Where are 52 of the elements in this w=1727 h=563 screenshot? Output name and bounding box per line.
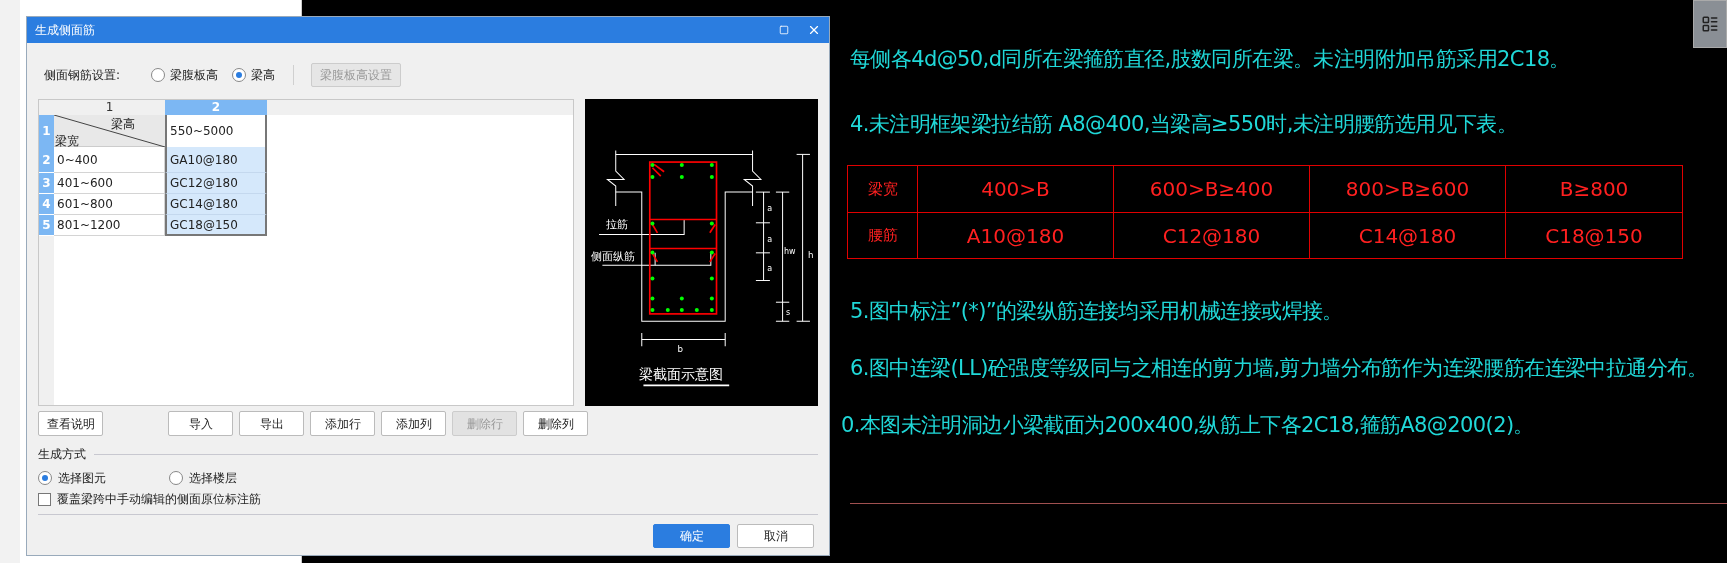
table-cell[interactable]: GC12@180 xyxy=(165,173,267,194)
action-button[interactable]: 添加列 xyxy=(381,411,446,436)
action-button[interactable]: 导出 xyxy=(239,411,304,436)
radio-label: 选择楼层 xyxy=(189,470,237,487)
radio-label: 梁高 xyxy=(251,67,275,84)
dimension-label: h xyxy=(807,250,814,261)
panel-toggle-button[interactable] xyxy=(1693,0,1727,48)
table-cell[interactable]: GC14@180 xyxy=(165,194,267,215)
table-cell: A10@180 xyxy=(918,213,1114,258)
diagram-caption: 梁截面示意图 xyxy=(639,365,724,382)
table-cell[interactable]: GC18@150 xyxy=(165,215,267,236)
checkbox[interactable] xyxy=(38,492,51,506)
table-cell: 400>B xyxy=(918,166,1114,212)
table-row-header: 梁宽 xyxy=(848,166,918,212)
drawing-note: 6.图中连梁(LL)砼强度等级同与之相连的剪力墙,剪力墙分布筋作为连梁腰筋在连梁中拉通分布。 xyxy=(850,355,1709,382)
table-cell: 800>B≥600 xyxy=(1310,166,1506,212)
table-cell: 600>B≥400 xyxy=(1114,166,1310,212)
table-row-header: 腰筋 xyxy=(848,213,918,258)
header-label: 梁宽 xyxy=(55,133,79,150)
settings-label: 侧面钢筋设置: xyxy=(44,67,122,84)
table-cell[interactable]: GA10@180 xyxy=(165,147,267,173)
window-title: 生成侧面筋 xyxy=(35,22,96,39)
action-button[interactable]: 导入 xyxy=(168,411,233,436)
maximize-icon[interactable] xyxy=(779,25,789,35)
drawing-note: 5.图中标注”(*)”的梁纵筋连接均采用机械连接或焊接。 xyxy=(850,298,1344,325)
list-icon xyxy=(1701,15,1719,33)
action-button[interactable]: 添加行 xyxy=(310,411,375,436)
radio-button[interactable] xyxy=(232,68,246,82)
table-cell-text: C18@150 xyxy=(1544,222,1644,250)
action-button[interactable]: 查看说明 xyxy=(38,411,103,436)
checkbox-label: 覆盖梁跨中手动编辑的侧面原位标注筋 xyxy=(57,491,261,508)
radio-label: 梁腹板高 xyxy=(170,67,218,84)
table-cell: C14@180 xyxy=(1310,213,1506,258)
radio-label: 选择图元 xyxy=(58,470,106,487)
radio-button[interactable] xyxy=(151,68,165,82)
drawing-note: 0.本图未注明洞边小梁截面为200x400,纵筋上下各2C18,箍筋A8@200(2)。 xyxy=(841,412,1535,439)
header-label: 梁高 xyxy=(111,116,135,133)
dimension-label: b xyxy=(677,344,683,355)
close-icon[interactable] xyxy=(807,23,821,37)
group-title: 生成方式 xyxy=(38,446,86,463)
table-cell[interactable]: 550~5000 xyxy=(165,115,267,147)
drawing-note: 4.未注明框架梁拉结筋 A8@400,当梁高≥550时,未注明腰筋选用见下表。 xyxy=(850,111,1519,138)
side-bar-label: 侧面纵筋 xyxy=(591,248,636,263)
table-cell-text: B≥800 xyxy=(1558,176,1630,203)
drawing-note: 每侧各4d@50,d同所在梁箍筋直径,肢数同所在梁。未注明附加吊筋采用2C18。 xyxy=(850,46,1571,73)
radio-button[interactable] xyxy=(38,471,52,485)
cancel-button[interactable]: 取消 xyxy=(737,524,814,548)
confirm-button[interactable]: 确定 xyxy=(653,524,730,548)
table-cell: C12@180 xyxy=(1114,213,1310,258)
action-button[interactable]: 删除列 xyxy=(523,411,588,436)
radio-button[interactable] xyxy=(169,471,183,485)
tie-bar-label: 拉筋 xyxy=(605,217,628,232)
